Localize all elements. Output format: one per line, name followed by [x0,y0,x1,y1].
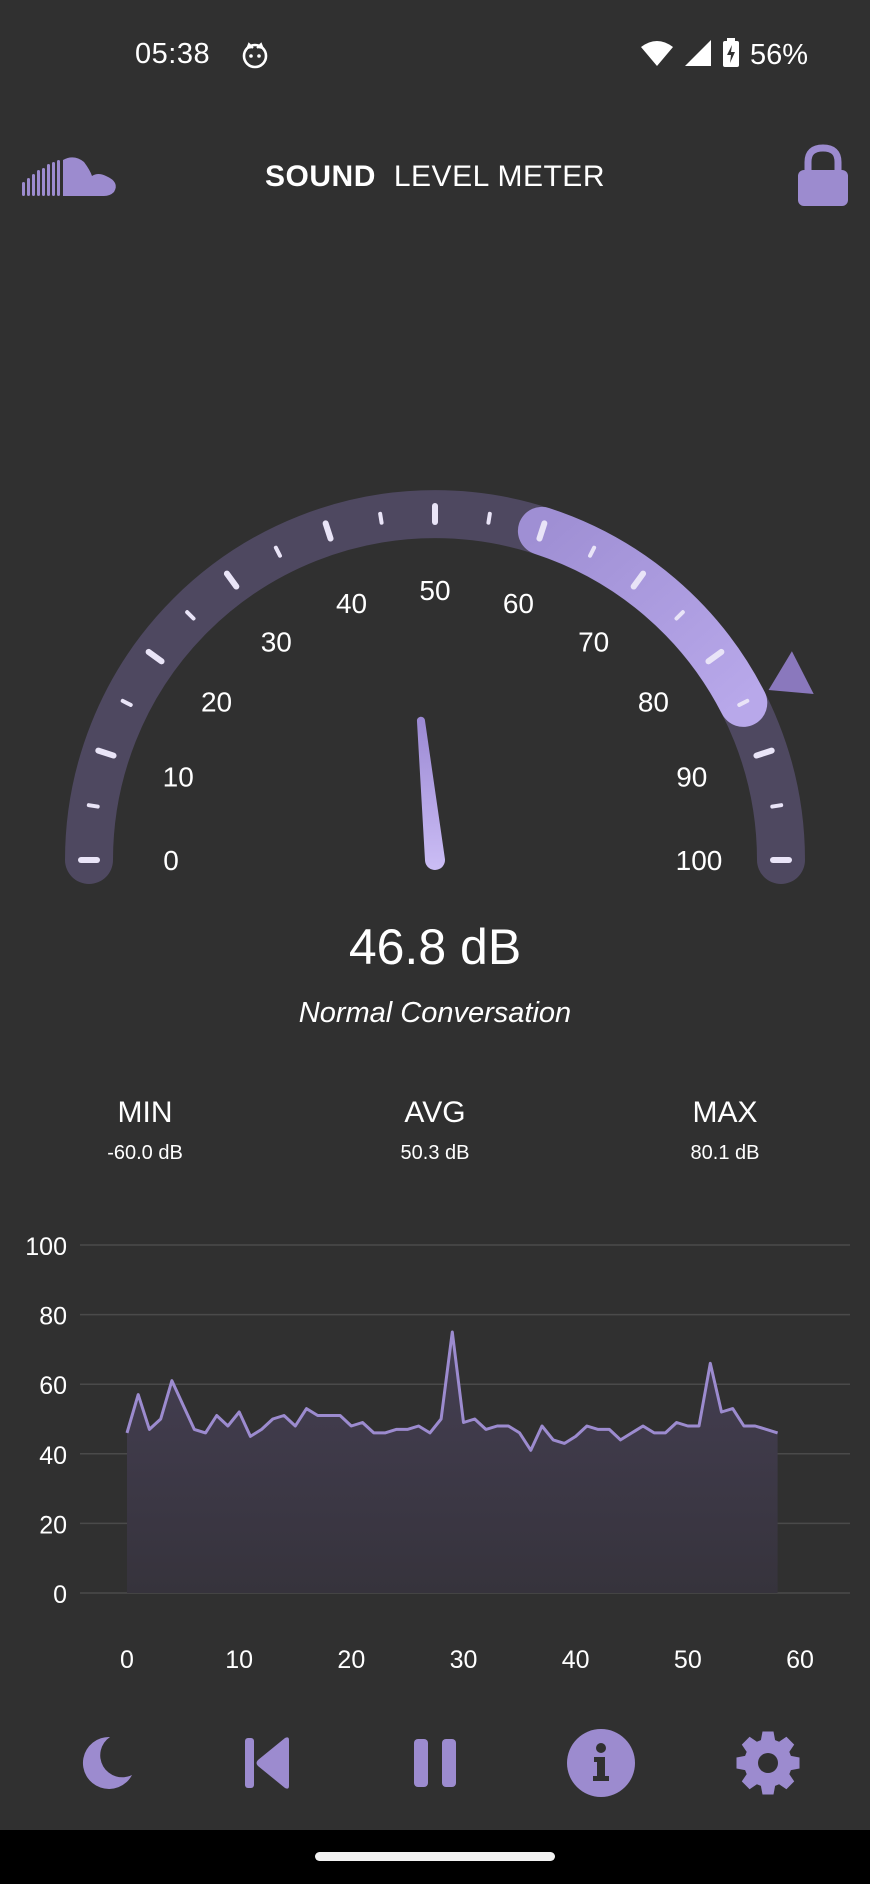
y-tick-label: 20 [39,1511,67,1539]
stat-max: MAX 80.1 dB [615,1096,835,1165]
status-icons: 56% [640,38,808,73]
status-time: 05:38 [135,38,211,70]
stat-avg: AVG 50.3 dB [325,1096,545,1165]
stat-min-value: -60.0 dB [107,1142,183,1164]
y-tick-label: 0 [53,1581,67,1609]
home-gesture-handle[interactable] [315,1852,555,1861]
title-rest: LEVEL METER [393,160,605,193]
gauge-tick [378,511,384,525]
gauge-svg: 0 10 20 30 40 50 60 70 80 90 100 [65,490,814,884]
pause-icon [412,1737,458,1794]
system-nav-bar [0,1830,870,1884]
stat-avg-value: 50.3 dB [400,1142,470,1164]
chart-y-labels: 0 20 40 60 80 100 [25,1233,67,1609]
gauge-label: 80 [638,686,669,717]
chart-x-labels: 0 10 20 30 40 50 60 [120,1646,814,1674]
y-tick-label: 80 [39,1303,67,1331]
wifi-icon [640,39,674,72]
app-title: SOUND LEVEL METER [0,160,870,194]
gauge-highlight [517,506,768,727]
gauge-needle [416,716,445,870]
gauge-tick [486,511,492,525]
gauge-label: 60 [503,588,534,619]
gauge-tick [86,803,100,809]
gauge-label: 0 [163,845,179,876]
stat-min: MIN -60.0 dB [35,1096,255,1165]
x-tick-label: 0 [120,1646,134,1674]
gear-svg [736,1731,800,1794]
x-tick-label: 20 [337,1646,365,1674]
reading-description: Normal Conversation [298,997,572,1029]
sound-gauge: 0 10 20 30 40 50 60 70 80 90 100 [0,470,870,900]
signal-icon [684,39,712,72]
gauge-label: 40 [336,588,367,619]
y-tick-label: 100 [25,1233,67,1261]
reset-button[interactable] [218,1718,318,1812]
stat-max-value: 80.1 dB [690,1142,760,1164]
history-chart: 0 20 40 60 80 100 0 10 20 30 40 50 60 [0,1225,870,1680]
max-marker [768,651,814,694]
gauge-label: 90 [676,762,707,793]
info-icon [566,1728,636,1803]
settings-button[interactable] [718,1718,818,1812]
settings-icon [734,1729,802,1802]
battery-charging-icon [722,38,740,73]
gauge-tick [770,803,784,809]
x-tick-label: 30 [450,1646,478,1674]
stat-avg-label: AVG [404,1096,466,1129]
gauge-labels: 0 10 20 30 40 50 60 70 80 90 100 [163,575,723,876]
x-tick-label: 50 [674,1646,702,1674]
stat-max-label: MAX [692,1096,758,1129]
x-tick-label: 60 [786,1646,814,1674]
gauge-label: 20 [201,686,232,717]
x-tick-label: 40 [562,1646,590,1674]
chart-area [127,1332,778,1593]
status-bar: 05:38 56% [0,0,870,110]
bottom-toolbar [0,1718,870,1812]
cat-notification-icon [241,41,269,74]
gauge-label: 70 [578,627,609,658]
lock-icon[interactable] [796,144,850,213]
gauge-label: 100 [676,845,723,876]
battery-percent: 56% [749,39,808,71]
moon-icon [74,1733,134,1798]
x-tick-label: 10 [225,1646,253,1674]
gauge-label: 30 [261,627,292,658]
title-bold: SOUND [265,160,376,193]
gauge-label: 50 [419,575,450,606]
y-tick-label: 60 [39,1372,67,1400]
skip-back-icon [243,1736,293,1795]
night-mode-button[interactable] [54,1718,154,1812]
stat-min-label: MIN [117,1096,173,1129]
y-tick-label: 40 [39,1442,67,1470]
gauge-label: 10 [163,762,194,793]
pause-button[interactable] [385,1718,485,1812]
app-header: SOUND LEVEL METER [0,140,870,220]
chart-svg: 0 20 40 60 80 100 0 10 20 30 40 50 60 [25,1233,850,1674]
db-reading: 46.8 dB [348,919,522,975]
info-button[interactable] [551,1718,651,1812]
